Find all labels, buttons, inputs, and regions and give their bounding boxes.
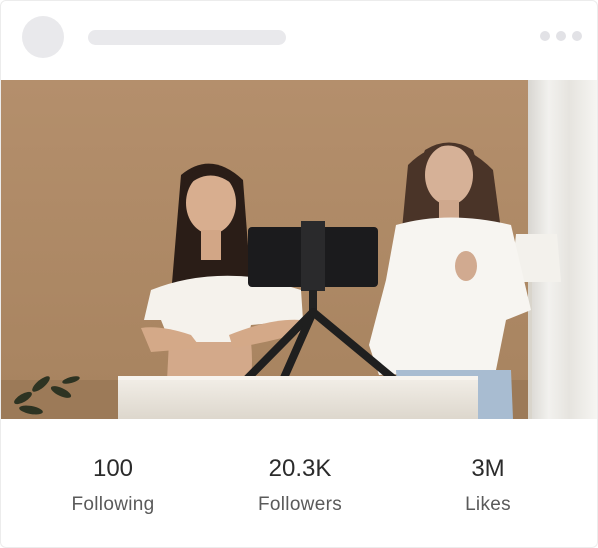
stat-label: Followers [258, 494, 342, 515]
stat-value: 20.3K [268, 455, 332, 482]
post-image[interactable] [1, 80, 597, 419]
stat-label: Following [71, 494, 155, 515]
stat-value: 3M [471, 455, 505, 482]
profile-header [1, 1, 597, 79]
stat-followers[interactable]: 20.3K Followers [210, 455, 390, 517]
stat-value: 100 [92, 455, 134, 482]
stat-label: Likes [465, 494, 511, 515]
more-options-button[interactable] [540, 31, 588, 43]
dot-icon [572, 31, 582, 41]
dot-icon [540, 31, 550, 41]
stat-following[interactable]: 100 Following [23, 455, 203, 517]
avatar[interactable] [22, 16, 64, 58]
profile-card: 100 Following 20.3K Followers 3M Likes [0, 0, 598, 548]
profile-stats: 100 Following 20.3K Followers 3M Likes [1, 419, 597, 547]
stat-likes[interactable]: 3M Likes [398, 455, 578, 517]
dot-icon [556, 31, 566, 41]
username-placeholder [88, 30, 286, 45]
